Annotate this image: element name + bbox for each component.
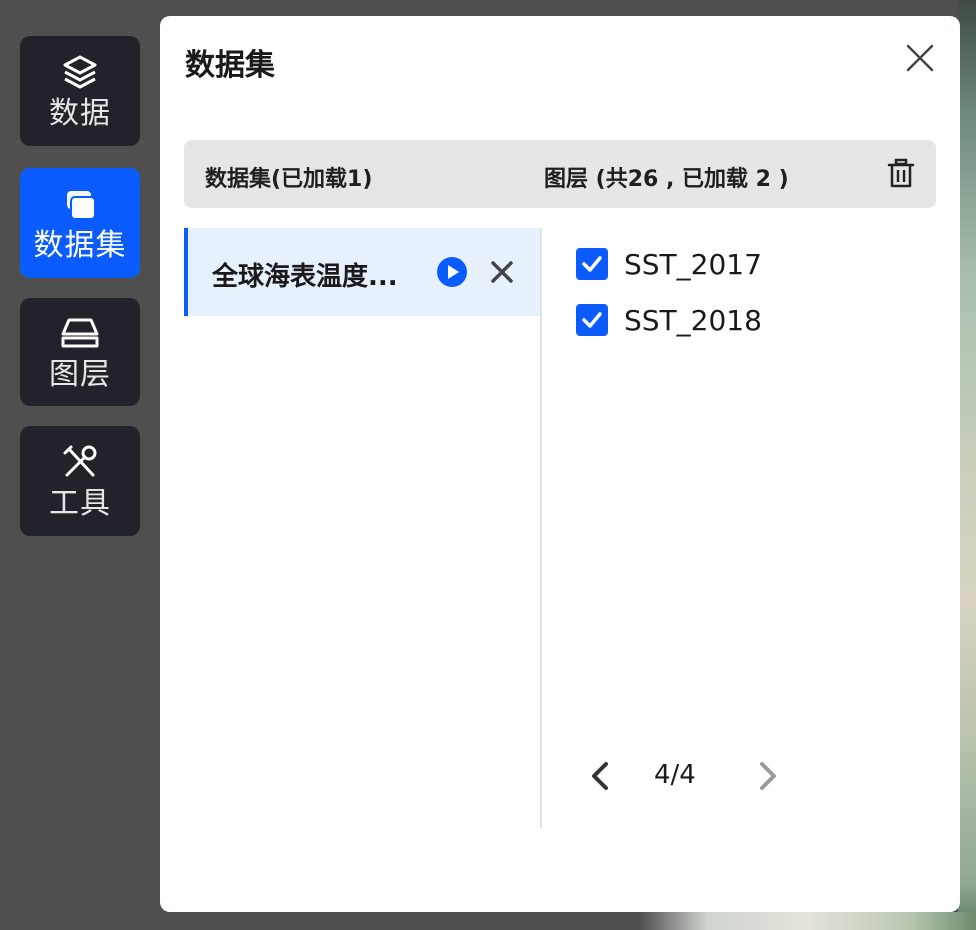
checkmark-icon <box>582 312 602 328</box>
chevron-right-icon[interactable] <box>754 758 782 794</box>
layer-name: SST_2017 <box>624 247 762 281</box>
nav-layer-label: 图层 <box>49 357 111 392</box>
nav-tools-label: 工具 <box>49 486 111 521</box>
dataset-item[interactable]: 全球海表温度... <box>184 228 540 316</box>
trash-icon[interactable] <box>886 158 916 190</box>
page-indicator: 4/4 <box>654 760 696 790</box>
checkmark-icon <box>582 256 602 272</box>
cards-icon <box>67 191 96 220</box>
layer-item[interactable]: SST_2018 <box>576 302 762 338</box>
play-icon[interactable] <box>436 256 468 288</box>
layer-checkbox[interactable] <box>576 304 608 336</box>
dataset-list: 全球海表温度... <box>184 228 542 828</box>
panel-header-bar: 数据集(已加载1) 图层 (共26 , 已加载 2 ) <box>184 140 936 208</box>
panel-title: 数据集 <box>185 48 275 83</box>
chevron-left-icon[interactable] <box>586 758 614 794</box>
map-background-bottom <box>640 912 976 930</box>
datasets-loaded-label: 数据集(已加载1) <box>205 167 373 192</box>
nav-tools-button[interactable]: 工具 <box>20 426 140 536</box>
remove-dataset-icon[interactable] <box>488 258 516 286</box>
map-background <box>958 0 976 930</box>
dataset-name: 全球海表温度... <box>212 262 398 292</box>
layers-icon <box>63 55 97 89</box>
layer-item[interactable]: SST_2017 <box>576 246 762 282</box>
layers-count-label: 图层 (共26 , 已加载 2 ) <box>544 167 789 192</box>
nav-layer-button[interactable]: 图层 <box>20 298 140 406</box>
layer-stack-icon <box>61 318 99 348</box>
nav-data-button[interactable]: 数据 <box>20 36 140 146</box>
nav-dataset-button[interactable]: 数据集 <box>20 168 140 278</box>
nav-dataset-label: 数据集 <box>33 228 127 263</box>
layer-checkbox[interactable] <box>576 248 608 280</box>
tools-icon <box>63 445 97 477</box>
dataset-panel: 数据集 数据集(已加载1) 图层 (共26 , 已加载 2 ) 全球海表温度..… <box>160 16 960 912</box>
layer-name: SST_2018 <box>624 303 762 337</box>
close-icon[interactable] <box>900 38 940 78</box>
nav-data-label: 数据 <box>49 96 111 131</box>
